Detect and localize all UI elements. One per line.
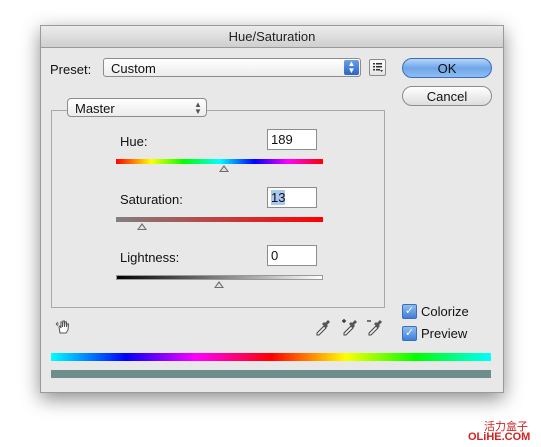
preset-options-icon[interactable] [369, 59, 386, 76]
preset-label: Preset: [50, 62, 92, 77]
checkmark-icon: ✓ [404, 305, 415, 317]
colorize-label: Colorize [421, 304, 469, 319]
channel-select[interactable]: Master ▲ ▼ [67, 98, 207, 117]
lightness-input[interactable]: 0 [267, 245, 317, 266]
lightness-slider-track[interactable] [116, 275, 323, 280]
hue-label: Hue: [120, 134, 148, 149]
up-down-arrows-icon: ▲ ▼ [194, 100, 202, 116]
preset-select[interactable]: Custom ▲ ▼ [103, 58, 361, 77]
channel-value: Master [75, 101, 115, 116]
output-spectrum-bar [51, 370, 491, 378]
colorize-checkbox[interactable]: ✓ [402, 304, 417, 319]
watermark-site: OLiHE.COM [468, 431, 531, 443]
preset-value: Custom [111, 61, 156, 76]
preview-checkbox[interactable]: ✓ [402, 326, 417, 341]
preview-label: Preview [421, 326, 468, 341]
lightness-label: Lightness: [120, 250, 180, 265]
hue-saturation-dialog: Hue/Saturation Preset: Custom ▲ ▼ OK Canc… [40, 25, 504, 393]
ok-button[interactable]: OK [402, 58, 492, 78]
up-down-arrows-icon: ▲ ▼ [344, 60, 359, 75]
hue-slider-track[interactable] [116, 159, 323, 164]
saturation-value: 13 [271, 190, 286, 205]
hue-input[interactable]: 189 [267, 129, 317, 150]
saturation-label: Saturation: [120, 192, 183, 207]
checkmark-icon: ✓ [404, 327, 415, 339]
saturation-slider-track[interactable] [116, 217, 323, 222]
hand-adjust-icon[interactable] [55, 318, 73, 339]
input-spectrum-bar [51, 353, 491, 361]
eyedropper-plus-icon[interactable] [341, 318, 359, 336]
eyedropper-minus-icon[interactable] [366, 318, 384, 336]
cancel-button[interactable]: Cancel [402, 86, 492, 106]
window-title: Hue/Saturation [41, 26, 503, 48]
saturation-input[interactable]: 13 [267, 187, 317, 208]
eyedropper-icon[interactable] [314, 318, 332, 336]
